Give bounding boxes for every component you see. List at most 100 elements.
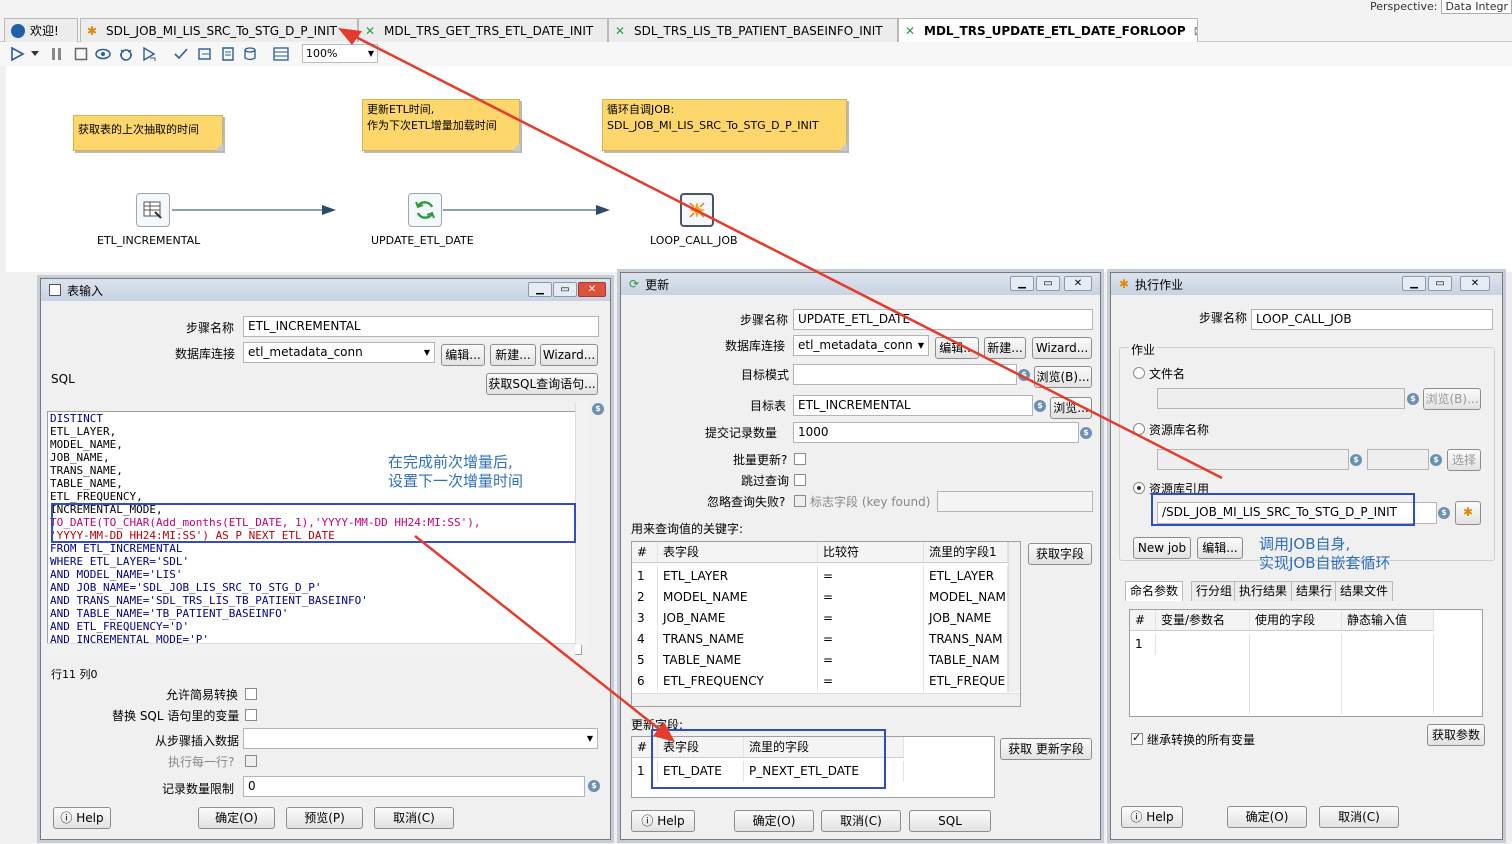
wizard-button[interactable]: Wizard... — [540, 344, 598, 366]
repo-directory-input[interactable] — [1157, 449, 1349, 470]
cancel-button[interactable]: 取消(C) — [1319, 806, 1399, 828]
browse-table-button[interactable]: 浏览... — [1050, 397, 1092, 419]
lazy-conversion-label: 允许简易转换 — [166, 688, 239, 702]
repo-name-radio[interactable] — [1133, 423, 1145, 435]
replace-vars-checkbox[interactable] — [245, 709, 257, 721]
parameters-table[interactable]: # 变量/参数名 使用的字段 静态输入值 1 — [1129, 609, 1483, 717]
step-name-input[interactable]: LOOP_CALL_JOB — [1251, 309, 1493, 330]
new-connection-button[interactable]: 新建... — [984, 337, 1026, 359]
comparator: = — [818, 587, 924, 608]
table-row[interactable]: 5 TABLE_NAME = TABLE_NAM — [632, 650, 1008, 671]
lookup-keys-table[interactable]: # 表字段 比较符 流里的字段1 1 ETL_LAYER = ETL_LAYER 2M… — [631, 541, 1021, 707]
db-connection-select[interactable]: etl_metadata_conn ▼ — [793, 335, 929, 356]
repo-job-input[interactable] — [1367, 449, 1429, 470]
edit-connection-button[interactable]: 编辑... — [935, 337, 979, 359]
lazy-conversion-checkbox[interactable] — [245, 688, 257, 700]
table-row[interactable]: 3 JOB_NAME = JOB_NAME — [632, 608, 1008, 629]
flag-field-input[interactable] — [937, 491, 1093, 512]
sql-line: ETL_FREQUENCY, — [50, 490, 143, 503]
minimize-button[interactable]: ▁ — [1010, 276, 1034, 291]
sql-vertical-scrollbar[interactable] — [575, 403, 587, 645]
sql-horizontal-scrollbar[interactable] — [47, 643, 575, 655]
table-row[interactable]: 4 TRANS_NAME = TRANS_NAM — [632, 629, 1008, 650]
table-row[interactable]: 2 MODEL_NAME = MODEL_NAM — [632, 587, 1008, 608]
execute-each-row-checkbox[interactable] — [245, 755, 257, 767]
target-table-input[interactable]: ETL_INCREMENTAL — [793, 395, 1033, 416]
step-name-input[interactable]: ETL_INCREMENTAL — [243, 316, 599, 337]
target-schema-input[interactable] — [793, 364, 1017, 385]
tab-result-rows[interactable]: 结果行 — [1291, 581, 1338, 601]
job-group-label: 作业 — [1129, 341, 1158, 358]
tab-result-files[interactable]: 结果文件 — [1335, 581, 1394, 601]
ignore-lookup-failure-label: 忽略查询失败? — [707, 495, 786, 509]
annotation-self-call: 调用JOB自身, 实现JOB自嵌套循环 — [1259, 535, 1391, 572]
cancel-button[interactable]: 取消(C) — [374, 807, 454, 829]
cancel-button[interactable]: 取消(C) — [821, 810, 901, 832]
select-button[interactable]: 选择 — [1447, 449, 1481, 471]
db-connection-select[interactable]: etl_metadata_conn ▼ — [243, 342, 435, 363]
table-row[interactable]: 6 ETL_FREQUENCY = ETL_FREQUE — [632, 671, 1008, 692]
get-fields-button[interactable]: 获取字段 — [1028, 543, 1092, 565]
maximize-button[interactable]: ▭ — [1428, 276, 1452, 291]
target-table-label: 目标表 — [750, 399, 787, 413]
variable-icon: $ — [1350, 454, 1362, 466]
step-table-input-icon[interactable] — [136, 193, 170, 227]
maximize-button[interactable]: ▭ — [1036, 276, 1060, 291]
job-icon: ✱ — [1119, 277, 1130, 291]
insert-from-step-select[interactable]: ▼ — [243, 728, 598, 749]
vertical-scrollbar[interactable] — [1008, 542, 1020, 692]
help-button[interactable]: ⓘ Help — [53, 807, 111, 829]
browse-file-button[interactable]: 浏览(B)... — [1423, 388, 1481, 410]
minimize-button[interactable]: ▁ — [528, 282, 552, 297]
get-sql-button[interactable]: 获取SQL查询语句... — [486, 373, 598, 395]
job-browse-icon[interactable]: ✱ — [1455, 501, 1481, 525]
sql-button[interactable]: SQL — [909, 810, 991, 832]
filename-radio[interactable] — [1133, 367, 1145, 379]
tab-named-params[interactable]: 命名参数 — [1125, 581, 1184, 601]
sql-line: FROM ETL_INCREMENTAL — [50, 542, 183, 555]
tab-execution-results[interactable]: 执行结果 — [1234, 581, 1293, 601]
ignore-lookup-failure-checkbox[interactable] — [794, 495, 806, 507]
ok-button[interactable]: 确定(O) — [1227, 806, 1307, 828]
skip-lookup-checkbox[interactable] — [794, 474, 806, 486]
batch-update-checkbox[interactable] — [794, 453, 806, 465]
limit-label: 记录数量限制 — [162, 782, 235, 796]
browse-schema-button[interactable]: 浏览(B)... — [1034, 366, 1092, 388]
step-job-executor-icon[interactable] — [680, 193, 714, 227]
stream-field: MODEL_NAM — [924, 587, 1008, 608]
table-field: TABLE_NAME — [658, 650, 818, 671]
table-row[interactable]: 1 — [1130, 634, 1434, 714]
close-button[interactable]: ✕ — [1460, 276, 1490, 291]
get-params-button[interactable]: 获取参数 — [1427, 724, 1485, 746]
close-button[interactable]: ✕ — [578, 282, 606, 297]
limit-input[interactable]: 0 — [243, 776, 585, 797]
help-button[interactable]: ⓘ Help — [631, 810, 695, 832]
filename-input[interactable] — [1157, 388, 1405, 409]
new-job-button[interactable]: New job — [1133, 537, 1191, 559]
inherit-vars-checkbox[interactable]: ✓ — [1131, 731, 1143, 745]
edit-connection-button[interactable]: 编辑... — [441, 344, 485, 366]
maximize-button[interactable]: ▭ — [553, 282, 577, 297]
variable-icon: $ — [1018, 369, 1030, 381]
ok-button[interactable]: 确定(O) — [734, 810, 814, 832]
edit-job-button[interactable]: 编辑... — [1197, 537, 1243, 559]
preview-button[interactable]: 预览(P) — [286, 807, 363, 829]
help-button[interactable]: ⓘ Help — [1121, 806, 1183, 828]
table-row[interactable]: 1 ETL_LAYER = ETL_LAYER — [632, 566, 1008, 587]
minimize-button[interactable]: ▁ — [1402, 276, 1426, 291]
commit-size-input[interactable]: 1000 — [793, 422, 1079, 443]
variable-icon: $ — [592, 403, 604, 415]
dialog-title-bar: 表输入 ▁ ▭ ✕ — [41, 279, 610, 301]
close-button[interactable]: ✕ — [1064, 276, 1092, 291]
step-name-input[interactable]: UPDATE_ETL_DATE — [793, 309, 1093, 330]
wizard-button[interactable]: Wizard... — [1032, 337, 1092, 359]
repo-ref-radio[interactable] — [1133, 482, 1145, 494]
tab-row-grouping[interactable]: 行分组 — [1191, 581, 1238, 601]
ok-button[interactable]: 确定(O) — [198, 807, 275, 829]
get-update-fields-button[interactable]: 获取 更新字段 — [1000, 738, 1092, 760]
comparator: = — [818, 629, 924, 650]
column-header: 变量/参数名 — [1156, 610, 1250, 630]
new-connection-button[interactable]: 新建... — [490, 344, 536, 366]
step-update-icon[interactable] — [408, 193, 442, 227]
horizontal-scrollbar[interactable] — [632, 693, 1020, 706]
